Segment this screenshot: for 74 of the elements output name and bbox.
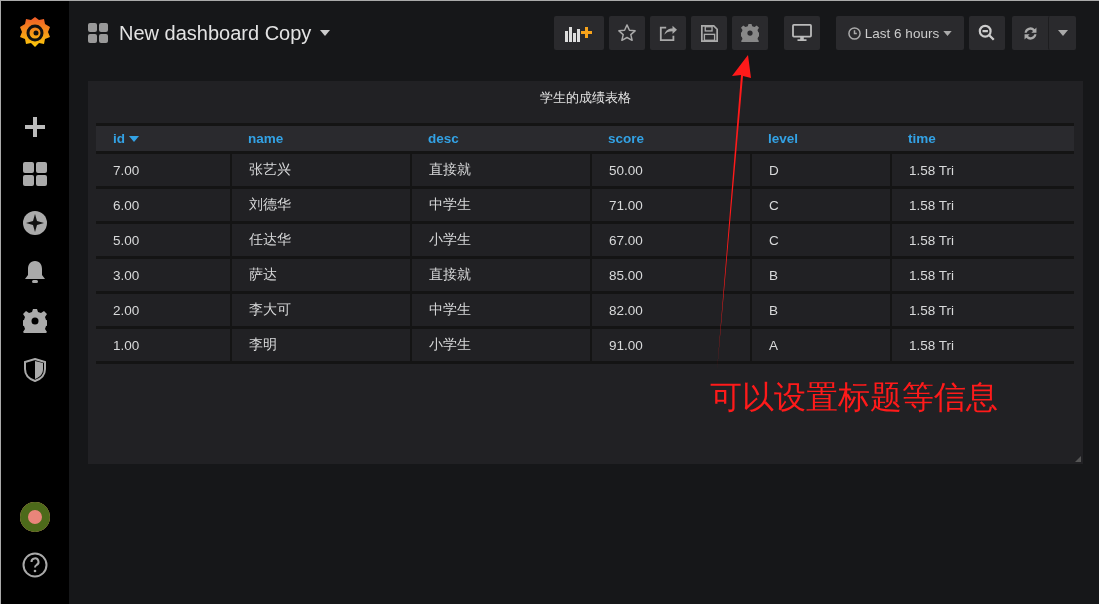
table-cell: 刘德华 <box>231 187 411 223</box>
table-cell: 1.00 <box>96 327 231 363</box>
table-cell: 1.58 Tri <box>891 327 1074 363</box>
table-cell: 50.00 <box>591 152 751 188</box>
table-cell: 2.00 <box>96 292 231 328</box>
user-avatar[interactable] <box>20 502 50 532</box>
caret-icon <box>320 30 331 36</box>
plus-icon[interactable] <box>25 117 45 137</box>
table-cell: C <box>751 187 891 223</box>
sort-caret-icon <box>129 136 139 143</box>
star-button[interactable] <box>609 16 645 50</box>
compass-icon[interactable] <box>23 211 47 235</box>
table-cell: 1.58 Tri <box>891 257 1074 293</box>
table-cell: 1.58 Tri <box>891 152 1074 188</box>
panel-title[interactable]: 学生的成绩表格 <box>539 81 631 113</box>
monitor-icon <box>792 24 812 42</box>
share-button[interactable] <box>650 16 686 50</box>
share-icon <box>659 24 677 42</box>
zoom-out-button[interactable] <box>969 16 1005 50</box>
table-cell: D <box>751 152 891 188</box>
help-icon[interactable] <box>22 552 48 578</box>
table-cell: 中学生 <box>411 187 591 223</box>
grid-icon[interactable] <box>23 162 47 186</box>
grid-icon <box>88 23 108 43</box>
clock-icon <box>847 26 861 40</box>
column-header[interactable]: desc <box>411 124 591 153</box>
star-icon <box>618 24 636 42</box>
bar-chart-plus-icon <box>565 24 593 42</box>
table-cell: 5.00 <box>96 222 231 258</box>
save-button[interactable] <box>691 16 727 50</box>
table-cell: B <box>751 292 891 328</box>
table-cell: 任达华 <box>231 222 411 258</box>
add-panel-button[interactable] <box>554 16 604 50</box>
column-header[interactable]: time <box>891 124 1074 153</box>
column-header[interactable]: id <box>96 124 231 153</box>
column-header[interactable]: score <box>591 124 751 153</box>
time-range-picker[interactable]: Last 6 hours <box>836 16 964 50</box>
zoom-out-icon <box>978 24 996 42</box>
table-cell: 李大可 <box>231 292 411 328</box>
tv-mode-button[interactable] <box>784 16 820 50</box>
table-cell: 7.00 <box>96 152 231 188</box>
table-cell: 3.00 <box>96 257 231 293</box>
caret-icon <box>943 30 953 36</box>
column-header[interactable]: level <box>751 124 891 153</box>
annotation-text: 可以设置标题等信息 <box>710 377 998 418</box>
table-cell: 91.00 <box>591 327 751 363</box>
table-cell: 萨达 <box>231 257 411 293</box>
table-cell: 1.58 Tri <box>891 292 1074 328</box>
settings-button[interactable] <box>732 16 768 50</box>
table-cell: A <box>751 327 891 363</box>
resize-handle-icon[interactable] <box>1075 456 1081 462</box>
table-cell: 85.00 <box>591 257 751 293</box>
table-cell: 71.00 <box>591 187 751 223</box>
settings-icon <box>741 24 759 42</box>
table-cell: 小学生 <box>411 327 591 363</box>
table-cell: 67.00 <box>591 222 751 258</box>
column-header[interactable]: name <box>231 124 411 153</box>
caret-icon <box>1057 30 1068 36</box>
settings-icon[interactable] <box>23 309 47 333</box>
bell-icon[interactable] <box>24 260 46 284</box>
table-cell: C <box>751 222 891 258</box>
table-cell: 李明 <box>231 327 411 363</box>
table-cell: 直接就 <box>411 152 591 188</box>
table-cell: 1.58 Tri <box>891 222 1074 258</box>
dashboard-title-dropdown[interactable]: New dashboard Copy <box>119 21 331 45</box>
table-cell: 82.00 <box>591 292 751 328</box>
table-cell: 1.58 Tri <box>891 187 1074 223</box>
table-cell: B <box>751 257 891 293</box>
table-cell: 直接就 <box>411 257 591 293</box>
table-cell: 6.00 <box>96 187 231 223</box>
shield-icon[interactable] <box>24 358 46 382</box>
table-cell: 张艺兴 <box>231 152 411 188</box>
table-cell: 小学生 <box>411 222 591 258</box>
table-cell: 中学生 <box>411 292 591 328</box>
